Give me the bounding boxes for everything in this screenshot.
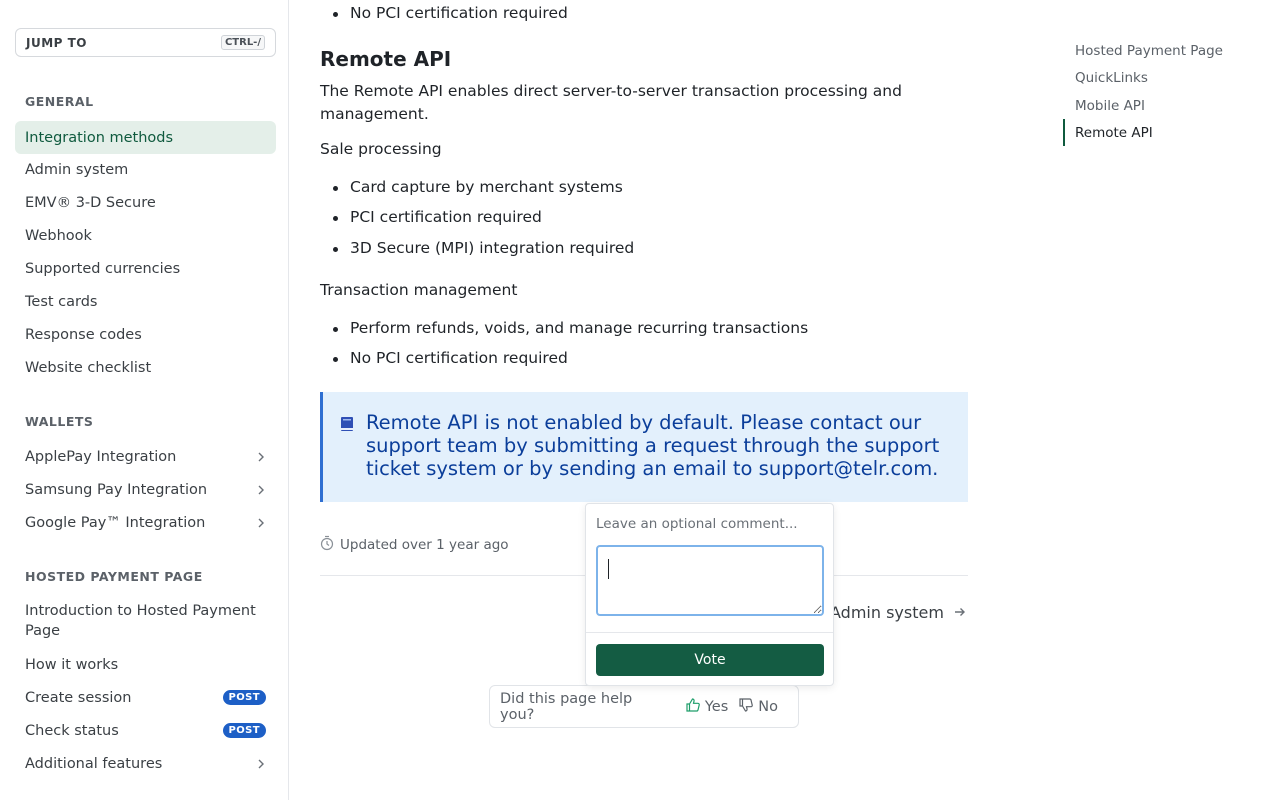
thumbs-down-icon xyxy=(738,697,754,717)
chevron-right-icon[interactable] xyxy=(256,485,266,495)
vote-button[interactable]: Vote xyxy=(596,644,824,676)
sidebar-item-label: Introduction to Hosted Payment Page xyxy=(25,603,256,639)
yes-label: Yes xyxy=(704,698,729,715)
toc-item-quicklinks[interactable]: QuickLinks xyxy=(1063,64,1263,91)
sidebar-item-3ds[interactable]: EMV® 3-D Secure xyxy=(15,186,276,219)
arrow-right-icon xyxy=(954,603,966,622)
sidebar-item-label: Supported currencies xyxy=(25,260,181,277)
keyboard-shortcut: CTRL-/ xyxy=(220,35,265,50)
sidebar-item-label: Additional features xyxy=(25,755,163,772)
sidebar-item-additional-features[interactable]: Additional features xyxy=(15,747,276,780)
sidebar-item-label: Webhook xyxy=(25,227,92,244)
page-feedback: Did this page help you? Yes No xyxy=(489,685,799,728)
sidebar-item-label: Google Pay™ Integration xyxy=(25,514,206,531)
sidebar-item-label: Admin system xyxy=(25,161,129,178)
jump-to-label: JUMP TO xyxy=(26,35,88,50)
feedback-question: Did this page help you? xyxy=(500,690,633,723)
sidebar-item-integration-methods[interactable]: Integration methods xyxy=(15,121,276,154)
sidebar-item-test-cards[interactable]: Test cards xyxy=(15,285,276,318)
list-item: No PCI certification required xyxy=(350,349,568,367)
comment-label: Leave an optional comment... xyxy=(596,516,798,532)
sidebar-item-samsung-pay[interactable]: Samsung Pay Integration xyxy=(15,473,276,506)
thumbs-up-icon xyxy=(685,697,701,717)
no-label: No xyxy=(758,698,778,715)
sidebar-item-label: Check status xyxy=(25,722,119,739)
bullet-dot xyxy=(333,216,338,221)
callout-text: Remote API is not enabled by default. Pl… xyxy=(366,411,940,480)
sidebar-item-create-session[interactable]: Create session POST xyxy=(15,681,276,714)
sidebar-item-label: EMV® 3-D Secure xyxy=(25,194,156,211)
chevron-right-icon[interactable] xyxy=(256,518,266,528)
sidebar-item-website-checklist[interactable]: Website checklist xyxy=(15,351,276,384)
comment-textarea[interactable] xyxy=(596,545,824,616)
sidebar-item-how-it-works[interactable]: How it works xyxy=(15,648,276,681)
sidebar-item-check-status[interactable]: Check status POST xyxy=(15,714,276,747)
sidebar-item-label: Response codes xyxy=(25,326,142,343)
clock-icon xyxy=(320,535,334,555)
method-badge: POST xyxy=(222,723,266,738)
no-button[interactable]: No xyxy=(738,697,778,717)
bullet-dot xyxy=(333,12,338,17)
list-item: 3D Secure (MPI) integration required xyxy=(350,239,635,257)
sale-processing-title: Sale processing xyxy=(320,140,442,158)
section-title-general: GENERAL xyxy=(25,94,94,109)
toc-item-mobile-api[interactable]: Mobile API xyxy=(1063,92,1263,119)
divider xyxy=(586,632,833,633)
section-title-wallets: WALLETS xyxy=(25,414,94,429)
info-callout: Remote API is not enabled by default. Pl… xyxy=(320,392,968,502)
list-item: Perform refunds, voids, and manage recur… xyxy=(350,319,809,337)
section-title-hosted-payment-page: HOSTED PAYMENT PAGE xyxy=(25,569,203,584)
sidebar-item-label: Samsung Pay Integration xyxy=(25,481,208,498)
bullet-dot xyxy=(333,186,338,191)
sidebar-item-label: How it works xyxy=(25,656,119,673)
sidebar-item-admin-system[interactable]: Admin system xyxy=(15,153,276,186)
sidebar-item-label: Integration methods xyxy=(25,129,174,146)
sidebar-item-response-codes[interactable]: Response codes xyxy=(15,318,276,351)
sidebar-item-applepay[interactable]: ApplePay Integration xyxy=(15,440,276,473)
sidebar-item-hpp-intro[interactable]: Introduction to Hosted Payment Page xyxy=(15,598,276,642)
next-page-link[interactable]: Admin system xyxy=(830,603,966,622)
toc-item-remote-api[interactable]: Remote API xyxy=(1063,119,1263,146)
method-badge: POST xyxy=(222,690,266,705)
feedback-comment-popover: Leave an optional comment... Vote xyxy=(585,503,834,686)
list-item: No PCI certification required xyxy=(350,4,568,22)
bullet-dot xyxy=(333,357,338,362)
book-icon xyxy=(340,416,354,432)
sidebar-item-label: Test cards xyxy=(25,293,98,310)
section-heading: Remote API xyxy=(320,47,452,71)
sidebar-item-label: Create session xyxy=(25,689,132,706)
yes-button[interactable]: Yes xyxy=(685,697,728,717)
sidebar-item-label: Website checklist xyxy=(25,359,152,376)
text-caret xyxy=(608,559,609,579)
chevron-right-icon[interactable] xyxy=(256,759,266,769)
bullet-dot xyxy=(333,247,338,252)
transaction-management-title: Transaction management xyxy=(320,281,518,299)
jump-to-search[interactable]: JUMP TO CTRL-/ xyxy=(15,28,276,57)
sidebar-item-webhook[interactable]: Webhook xyxy=(15,219,276,252)
chevron-right-icon[interactable] xyxy=(256,452,266,462)
next-page-label: Admin system xyxy=(830,603,944,622)
list-item: PCI certification required xyxy=(350,208,542,226)
sidebar-item-label: ApplePay Integration xyxy=(25,448,177,465)
sidebar-item-supported-currencies[interactable]: Supported currencies xyxy=(15,252,276,285)
updated-text: Updated over 1 year ago xyxy=(340,537,509,553)
list-item: Card capture by merchant systems xyxy=(350,178,623,196)
sidebar: JUMP TO CTRL-/ GENERAL Integration metho… xyxy=(0,0,289,800)
updated-info: Updated over 1 year ago xyxy=(320,535,509,555)
toc-item-hosted-payment-page[interactable]: Hosted Payment Page xyxy=(1063,37,1263,64)
sidebar-item-google-pay[interactable]: Google Pay™ Integration xyxy=(15,506,276,539)
intro-paragraph: The Remote API enables direct server-to-… xyxy=(320,82,902,123)
bullet-dot xyxy=(333,327,338,332)
